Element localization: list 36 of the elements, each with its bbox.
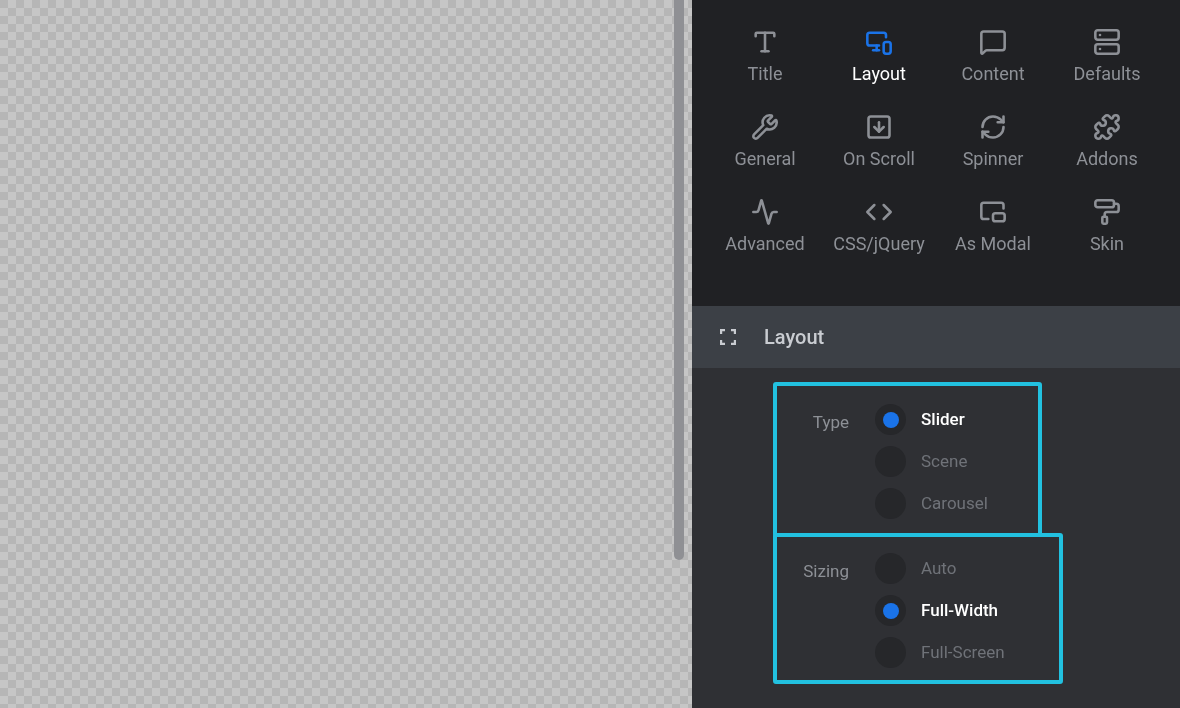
radio-button[interactable] [875, 595, 906, 626]
scrollbar-thumb[interactable] [674, 0, 684, 560]
puzzle-icon [1093, 113, 1121, 141]
tab[interactable]: As Modal [936, 194, 1050, 270]
group-label: Sizing [802, 560, 849, 583]
radio-label[interactable]: Full-Screen [921, 639, 1005, 666]
devices-icon [865, 28, 893, 56]
text-icon [751, 28, 779, 56]
tab[interactable]: CSS/jQuery [822, 194, 936, 270]
fullscreen-icon [720, 329, 736, 345]
tab[interactable]: On Scroll [822, 109, 936, 185]
refresh-icon [979, 113, 1007, 141]
line-chart-icon [751, 198, 779, 226]
tab[interactable]: Defaults [1050, 24, 1164, 100]
wrench-icon [751, 113, 779, 141]
radio-label[interactable]: Full-Width [921, 597, 999, 624]
download-icon [865, 113, 893, 141]
tab[interactable]: Content [936, 24, 1050, 100]
server-icon [1093, 28, 1121, 56]
tab[interactable]: Addons [1050, 109, 1164, 185]
radio-label[interactable]: Carousel [921, 490, 988, 517]
radio-label[interactable]: Slider [921, 406, 965, 433]
tab[interactable]: Skin [1050, 194, 1164, 270]
radio-label[interactable]: Scene [921, 448, 968, 475]
section-title: Layout [764, 324, 825, 351]
message-icon [979, 28, 1007, 56]
group-label: Type [811, 411, 849, 434]
tab[interactable]: General [708, 109, 822, 185]
radio-label[interactable]: Auto [921, 555, 957, 582]
tab[interactable]: Spinner [936, 109, 1050, 185]
tab[interactable]: Title [708, 24, 822, 100]
tab[interactable]: Advanced [708, 194, 822, 270]
paint-roller-icon [1093, 198, 1121, 226]
tab[interactable]: Layout [822, 24, 936, 100]
radio-button[interactable] [875, 404, 906, 435]
picture-in-picture-icon [979, 198, 1007, 226]
